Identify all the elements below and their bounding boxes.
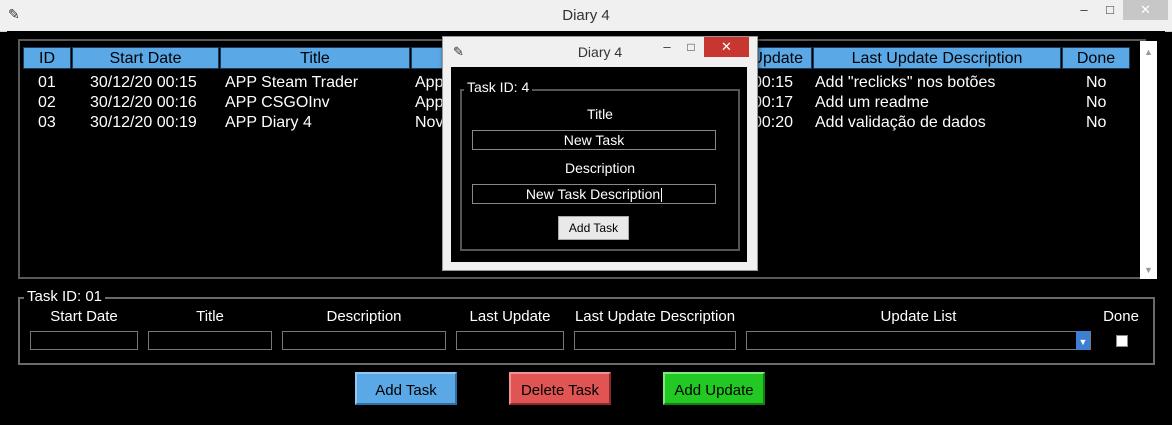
done-label: Done	[1103, 308, 1139, 325]
update-list-label: Update List	[880, 308, 957, 325]
dialog-maximize-button[interactable]: □	[680, 37, 702, 57]
cell-done: No	[1086, 94, 1107, 111]
done-checkbox[interactable]	[1116, 335, 1128, 347]
cell-start-date: 30/12/20 00:15	[90, 74, 197, 91]
cell-id: 02	[38, 94, 56, 111]
add-task-button[interactable]: Add Task	[355, 372, 457, 405]
title-label: Title	[196, 308, 224, 325]
cell-last-update-description: Add "reclicks" nos botões	[815, 74, 996, 91]
cell-id: 03	[38, 114, 56, 131]
cell-start-date: 30/12/20 00:19	[90, 114, 197, 131]
column-header-id[interactable]: ID	[23, 47, 71, 69]
cell-title: APP Steam Trader	[225, 74, 359, 91]
cell-last-update-description: Add um readme	[815, 94, 929, 111]
dialog-close-button[interactable]: ✕	[704, 37, 749, 57]
dialog-titlebar[interactable]: ✎ Diary 4 ‒ □ ✕	[443, 37, 757, 67]
dialog-title-label: Title	[587, 106, 613, 122]
column-header-title[interactable]: Title	[220, 47, 410, 69]
description-input[interactable]	[282, 331, 446, 350]
cell-title: APP CSGOInv	[225, 94, 330, 111]
last-update-description-input[interactable]	[574, 331, 736, 350]
dialog-body: Task ID: 4 Title New Task Description Ne…	[451, 67, 747, 262]
dialog-title-value: New Task	[563, 132, 625, 148]
dialog-title-input[interactable]: New Task	[472, 130, 716, 150]
cell-done: No	[1086, 114, 1107, 131]
dialog-minimize-button[interactable]: ‒	[656, 37, 678, 57]
cell-done: No	[1086, 74, 1107, 91]
dialog-add-task-button[interactable]: Add Task	[558, 216, 629, 240]
window-titlebar[interactable]: ✎ Diary 4 ‒ □ ✕	[0, 0, 1172, 32]
start-date-input[interactable]	[30, 331, 138, 350]
cell-last-update: 00:15	[753, 74, 794, 91]
window-title: Diary 4	[562, 7, 610, 24]
close-button[interactable]: ✕	[1123, 0, 1168, 20]
start-date-label: Start Date	[50, 308, 118, 325]
column-header-start-date[interactable]: Start Date	[72, 47, 219, 69]
cell-last-update: 00:17	[753, 94, 794, 111]
cell-start-date: 30/12/20 00:16	[90, 94, 197, 111]
scroll-down-icon[interactable]: ▼	[1140, 265, 1157, 275]
cell-last-update: 00:20	[753, 114, 794, 131]
table-scrollbar[interactable]: ▲ ▼	[1140, 41, 1157, 279]
add-update-button[interactable]: Add Update	[663, 372, 765, 405]
cell-title: APP Diary 4	[225, 114, 312, 131]
column-header-done[interactable]: Done	[1062, 47, 1130, 69]
minimize-button[interactable]: ‒	[1071, 0, 1097, 20]
cell-description: Nov	[415, 114, 444, 131]
chevron-down-icon[interactable]: ▼	[1076, 331, 1090, 350]
cell-last-update-description: Add validação de dados	[815, 114, 986, 131]
scroll-up-icon[interactable]: ▲	[1140, 47, 1157, 57]
cell-description: App	[415, 94, 444, 111]
dialog-description-label: Description	[564, 160, 636, 176]
description-label: Description	[326, 308, 402, 325]
last-update-label: Last Update	[469, 308, 551, 325]
cell-id: 01	[38, 74, 56, 91]
last-update-input[interactable]	[456, 331, 564, 350]
title-input[interactable]	[148, 331, 272, 350]
update-list-combobox[interactable]	[746, 331, 1091, 350]
dialog-description-input[interactable]: New Task Description	[472, 184, 716, 204]
delete-task-button[interactable]: Delete Task	[509, 372, 611, 405]
last-update-description-label: Last Update Description	[574, 308, 736, 325]
cell-description: App	[415, 74, 444, 91]
dialog-task-id-legend: Task ID: 4	[464, 79, 533, 95]
dialog-description-value: New Task Description	[525, 186, 661, 202]
column-header-last-update-description[interactable]: Last Update Description	[813, 47, 1061, 69]
maximize-button[interactable]: □	[1097, 0, 1123, 20]
new-task-dialog[interactable]: ✎ Diary 4 ‒ □ ✕ Task ID: 4 Title New Tas…	[442, 36, 758, 271]
text-caret	[661, 188, 663, 203]
form-task-id-legend: Task ID: 01	[24, 288, 106, 305]
